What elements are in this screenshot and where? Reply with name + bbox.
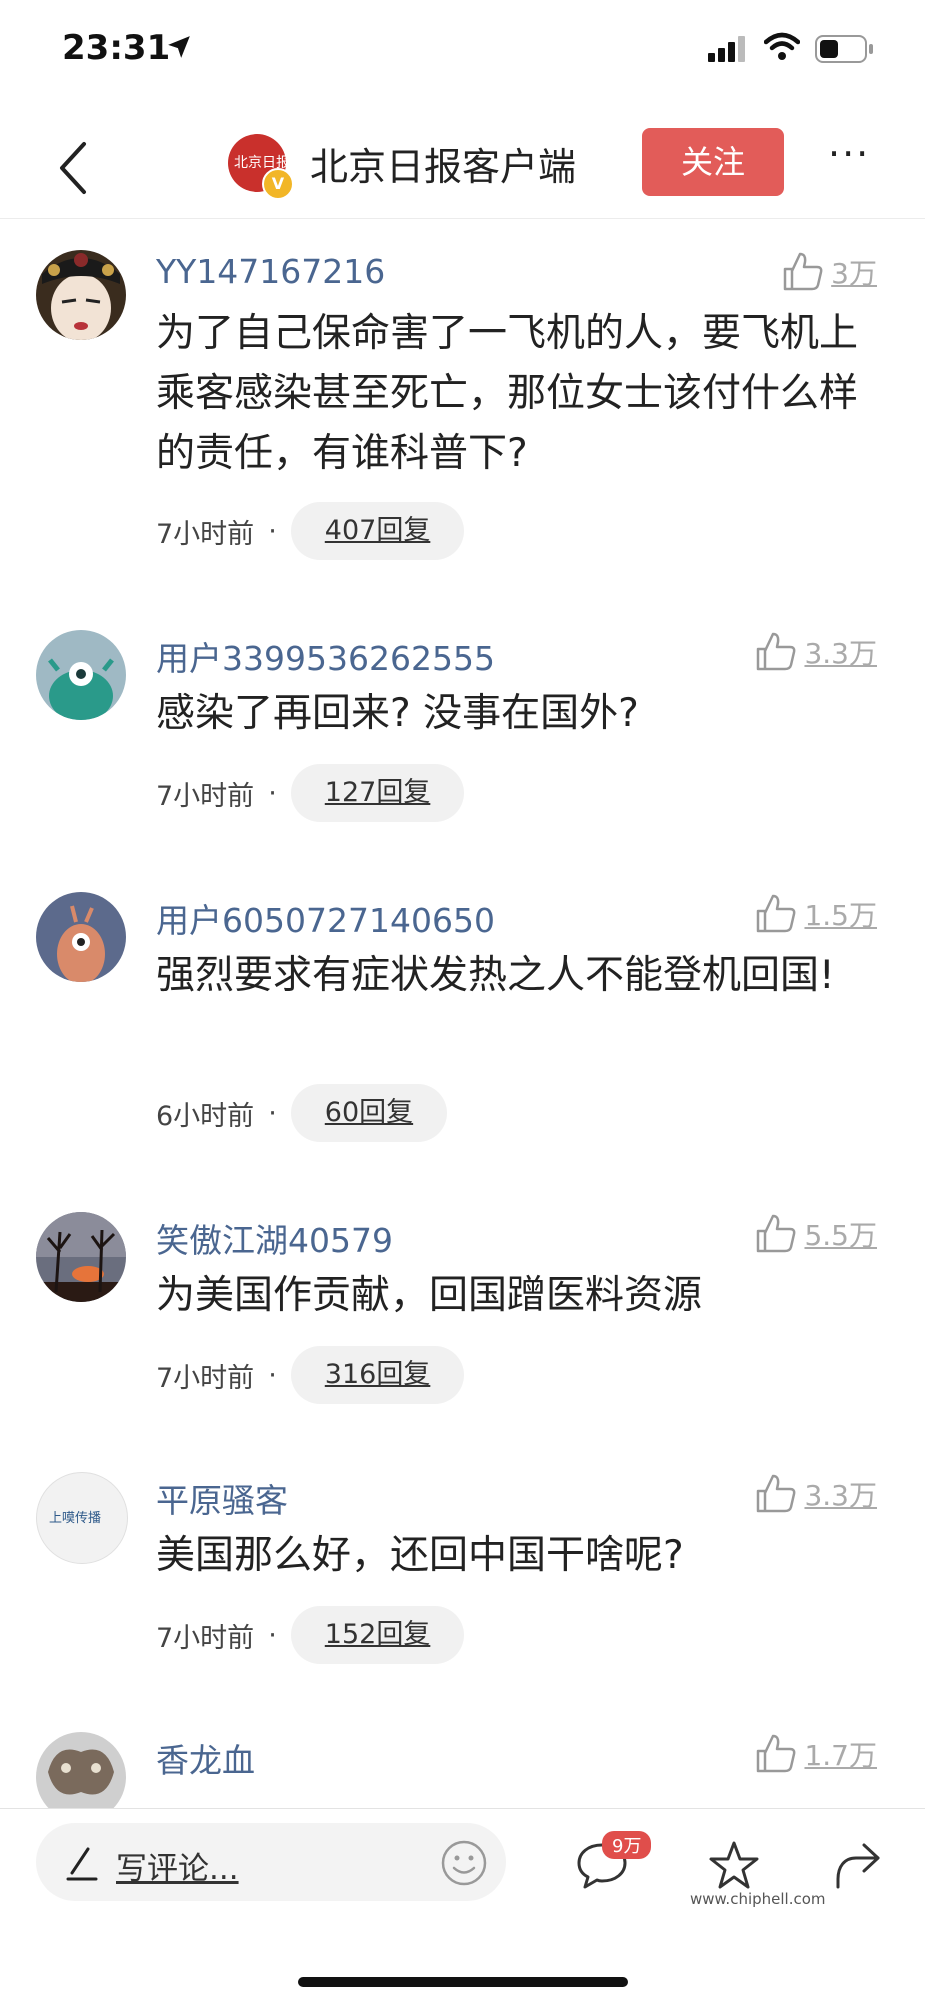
like-button[interactable]: 1.7万 <box>754 1732 877 1776</box>
status-bar: 23:31 <box>0 0 925 100</box>
publisher-logo: 北京日报 V <box>228 134 294 200</box>
like-button[interactable]: 3.3万 <box>754 1472 877 1516</box>
replies-button[interactable]: 60回复 <box>290 1084 448 1142</box>
star-icon[interactable] <box>706 1839 762 1893</box>
comment-text: 为美国作贡献，回国蹭医料资源 <box>156 1273 703 1318</box>
follow-button[interactable]: 关注 <box>642 128 784 196</box>
location-arrow-icon <box>168 36 190 58</box>
battery-icon <box>815 35 873 63</box>
comment-username[interactable]: 用户3399536262555 <box>156 632 495 680</box>
verified-badge: V <box>262 168 294 200</box>
wifi-icon <box>764 32 800 60</box>
avatar[interactable] <box>36 630 126 720</box>
comment-meta: 6小时前 · 60回复 <box>156 1084 448 1142</box>
like-count: 3.3万 <box>804 1479 877 1512</box>
comment-username[interactable]: 香龙血 <box>156 1734 255 1782</box>
comment-username[interactable]: 用户6050727140650 <box>156 894 495 942</box>
comment-meta: 7小时前 · 127回复 <box>156 764 465 822</box>
replies-button[interactable]: 407回复 <box>290 502 465 560</box>
replies-button[interactable]: 316回复 <box>290 1346 465 1404</box>
comment-username[interactable]: 笑傲江湖40579 <box>156 1214 393 1262</box>
avatar[interactable]: 上嗼传播 <box>36 1472 128 1564</box>
like-button[interactable]: 3万 <box>781 250 877 294</box>
comment-time: 7小时前 <box>156 1362 255 1394</box>
comment-count-badge: 9万 <box>602 1831 652 1859</box>
like-count: 3万 <box>831 257 877 290</box>
comment-text: 美国那么好，还回中国干啥呢? <box>156 1533 684 1578</box>
comment-input[interactable]: 写评论... <box>36 1823 506 1901</box>
like-count: 1.7万 <box>804 1739 877 1772</box>
back-icon[interactable] <box>56 140 90 196</box>
thumbs-up-icon <box>757 1474 796 1513</box>
comment-input-placeholder: 写评论... <box>116 1851 239 1887</box>
comment-text: 强烈要求有症状发热之人不能登机回国! <box>156 953 835 998</box>
like-button[interactable]: 1.5万 <box>754 892 877 936</box>
comment-meta: 7小时前 · 407回复 <box>156 502 465 560</box>
like-count: 3.3万 <box>804 637 877 670</box>
share-icon[interactable] <box>830 1839 884 1893</box>
cellular-signal-icon <box>708 36 745 62</box>
clock: 23:31 <box>62 28 171 68</box>
comment-time: 6小时前 <box>156 1100 255 1132</box>
page-title[interactable]: 北京日报客户端 <box>310 136 576 191</box>
avatar[interactable] <box>36 892 126 982</box>
home-indicator <box>298 1977 628 1987</box>
like-count: 1.5万 <box>804 899 877 932</box>
thumbs-up-icon <box>757 1214 796 1253</box>
more-options-button[interactable]: ··· <box>828 132 870 176</box>
thumbs-up-icon <box>757 894 796 933</box>
nav-bar: 北京日报 V 北京日报客户端 关注 ··· <box>0 118 925 219</box>
emoji-icon[interactable] <box>440 1839 488 1887</box>
avatar[interactable] <box>36 1212 126 1302</box>
like-button[interactable]: 5.5万 <box>754 1212 877 1256</box>
comment-meta: 7小时前 · 316回复 <box>156 1346 465 1404</box>
avatar-logo-text: 上嗼传播 <box>49 1511 102 1526</box>
thumbs-up-icon <box>757 1734 796 1773</box>
comment-time: 7小时前 <box>156 1622 255 1654</box>
thumbs-up-icon <box>783 252 823 291</box>
comment-text: 为了自己保命害了一飞机的人，要飞机上乘客感染甚至死亡，那位女士该付什么样的责任，… <box>156 311 859 476</box>
comment-username[interactable]: 平原骚客 <box>156 1474 288 1522</box>
avatar[interactable] <box>36 250 126 340</box>
comment-time: 7小时前 <box>156 780 255 812</box>
comment-text: 感染了再回来? 没事在国外? <box>156 691 639 736</box>
comment-meta: 7小时前 · 152回复 <box>156 1606 465 1664</box>
replies-button[interactable]: 152回复 <box>290 1606 465 1664</box>
pen-icon <box>66 1847 98 1881</box>
watermark: www.chiphell.com <box>690 1890 826 1908</box>
thumbs-up-icon <box>757 632 796 671</box>
like-count: 5.5万 <box>804 1219 877 1252</box>
comment-time: 7小时前 <box>156 518 255 550</box>
comment-username[interactable]: YY147167216 <box>156 252 385 291</box>
replies-button[interactable]: 127回复 <box>290 764 465 822</box>
like-button[interactable]: 3.3万 <box>754 630 877 674</box>
